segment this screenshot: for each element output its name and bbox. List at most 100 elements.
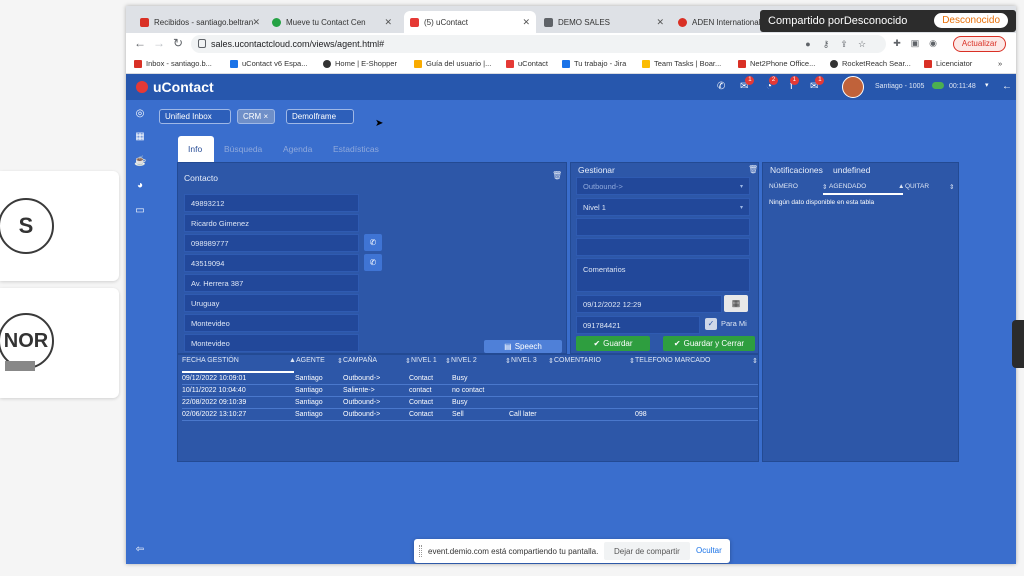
contact-country-field[interactable]: Uruguay <box>184 294 359 312</box>
trash-icon[interactable]: 🗑 <box>552 171 562 180</box>
stop-sharing-button[interactable]: Dejar de compartir <box>604 542 690 560</box>
callback-phone-field[interactable]: 091784421 <box>576 316 700 334</box>
facebook-icon[interactable]: f1 <box>789 76 799 92</box>
coffee-icon[interactable]: ☕ <box>134 156 146 168</box>
close-tab-icon[interactable]: ✕ <box>522 17 530 28</box>
mail-icon[interactable]: ✉ 1 <box>810 76 825 92</box>
save-and-close-button[interactable]: ✔ Guardar y Cerrar <box>663 336 755 351</box>
bookmark-item[interactable]: Net2Phone Office... <box>738 59 815 68</box>
col-agente[interactable]: AGENTE <box>296 357 325 364</box>
contact-phone-field[interactable]: 098989777 <box>184 234 359 252</box>
logo-icon <box>136 81 148 93</box>
bookmark-item[interactable]: uContact <box>506 59 548 68</box>
bookmark-item[interactable]: Tu trabajo - Jira <box>562 59 626 68</box>
tab-agenda[interactable]: Agenda <box>273 136 322 162</box>
back-icon[interactable]: ← <box>134 36 146 50</box>
col-comentario[interactable]: COMENTARIO <box>554 357 601 364</box>
chat-icon[interactable]: ✉ 1 <box>740 76 755 92</box>
level1-select[interactable]: Nivel 1 ▾ <box>576 198 750 216</box>
unified-inbox-pill[interactable]: Unified Inbox <box>159 109 231 124</box>
col-fecha-gestion[interactable]: FECHA GESTIÓN <box>182 357 239 364</box>
address-bar[interactable]: sales.ucontactcloud.com/views/agent.html… <box>191 35 886 53</box>
table-row[interactable]: 10/11/2022 10:04:40 Santiago Saliente-> … <box>182 386 758 397</box>
extensions-icon[interactable]: ✚ <box>892 38 902 48</box>
table-row[interactable]: 02/06/2022 13:10:27 Santiago Outbound-> … <box>182 410 758 421</box>
bookmark-item[interactable]: Inbox - santiago.b... <box>134 59 212 68</box>
star-icon[interactable]: ☆ <box>857 39 867 49</box>
disconnect-button[interactable]: Desconocido <box>934 13 1008 28</box>
browser-tab-contact-center[interactable]: Mueve tu Contact Cen ✕ <box>266 11 398 33</box>
browser-tab-ucontact[interactable]: (5) uContact ✕ <box>404 11 536 33</box>
collapse-arrow-icon[interactable]: ← <box>1002 81 1012 92</box>
hide-button[interactable]: Ocultar <box>696 546 722 555</box>
trash-icon[interactable]: 🗑 <box>748 165 758 174</box>
level3-select[interactable] <box>576 238 750 256</box>
forward-icon[interactable]: → <box>153 36 165 50</box>
bookmark-item[interactable]: uContact v6 Espa... <box>230 59 307 68</box>
campaign-select[interactable]: Outbound-> ▾ <box>576 177 750 195</box>
bookmark-item[interactable]: Team Tasks | Boar... <box>642 59 721 68</box>
contact-address-field[interactable]: Av. Herrera 387 <box>184 274 359 292</box>
calendar-icon[interactable]: ▦ <box>134 131 146 143</box>
bookmark-item[interactable]: Home | E-Shopper <box>323 59 397 68</box>
comments-textarea[interactable]: Comentarios <box>576 258 750 292</box>
monitor-icon[interactable]: ▭ <box>134 205 146 217</box>
level2-select[interactable] <box>576 218 750 236</box>
browser-tab-gmail[interactable]: Recibidos - santiago.beltran ✕ <box>134 11 266 33</box>
tab-estadisticas[interactable]: Estadísticas <box>323 136 389 162</box>
update-button[interactable]: Actualizar <box>952 36 1006 52</box>
more-bookmarks-icon[interactable]: » <box>998 59 1002 68</box>
col-nivel2[interactable]: NIVEL 2 <box>451 357 477 364</box>
demo-iframe-pill[interactable]: DemoIframe <box>286 109 354 124</box>
tab-info[interactable]: Info <box>178 136 214 162</box>
microphone-icon[interactable]: ● <box>803 39 813 49</box>
dropdown-caret-icon[interactable]: ▾ <box>985 81 989 89</box>
schedule-date-field[interactable]: 09/12/2022 12:29 <box>576 295 722 313</box>
call-phone-button[interactable]: ✆ <box>364 234 382 251</box>
bookmark-item[interactable]: Guía del usuario |... <box>414 59 491 68</box>
contact-name-field[interactable]: Ricardo Gimenez <box>184 214 359 232</box>
drag-handle-icon[interactable] <box>419 545 422 557</box>
sort-icon: ⇕ <box>822 184 828 191</box>
save-button[interactable]: ✔ Guardar <box>576 336 650 351</box>
bookmark-favicon-icon <box>830 59 838 68</box>
col-campana[interactable]: CAMPAÑA <box>343 357 377 364</box>
calendar-button[interactable]: ▦ <box>724 295 748 312</box>
gamepad-icon[interactable]: ◎ <box>134 108 146 120</box>
browser-tab-demo-sales[interactable]: DEMO SALES ✕ <box>538 11 670 33</box>
call-phone2-button[interactable]: ✆ <box>364 254 382 271</box>
bookmark-item[interactable]: RocketReach Sear... <box>830 59 911 68</box>
phone-icon[interactable]: ✆ <box>717 81 725 92</box>
whatsapp-icon[interactable]: ◔ 2 <box>766 76 779 92</box>
table-row[interactable]: 09/12/2022 10:09:01 Santiago Outbound-> … <box>182 374 758 385</box>
bookmark-item[interactable]: Licenciator <box>924 59 972 68</box>
col-quitar[interactable]: QUITAR <box>905 183 929 190</box>
contact-city-field[interactable]: Montevideo <box>184 314 359 332</box>
pie-chart-icon[interactable]: ◕ <box>134 180 146 192</box>
speech-button[interactable]: ▤ Speech <box>484 340 562 353</box>
share-icon[interactable]: ⇪ <box>839 39 849 49</box>
close-tab-icon[interactable]: ✕ <box>384 17 392 28</box>
side-handle[interactable] <box>1012 320 1024 368</box>
col-numero[interactable]: NÚMERO <box>769 183 798 190</box>
contact-id-field[interactable]: 49893212 <box>184 194 359 212</box>
agent-avatar[interactable] <box>842 76 864 98</box>
contact-phone2-field[interactable]: 43519094 <box>184 254 359 272</box>
table-row[interactable]: 22/08/2022 09:10:39 Santiago Outbound-> … <box>182 398 758 409</box>
para-mi-checkbox[interactable]: ✓ <box>705 318 717 330</box>
contact-department-field[interactable]: Montevideo <box>184 334 359 352</box>
col-telefono-marcado[interactable]: TELEFONO MARCADO <box>635 357 710 364</box>
key-icon[interactable]: ⚷ <box>821 39 831 49</box>
reload-icon[interactable]: ↻ <box>173 36 183 50</box>
col-agendado[interactable]: AGENDADO <box>829 183 866 190</box>
crm-pill[interactable]: CRM × <box>237 109 275 124</box>
browser-tab-aden[interactable]: ADEN International Bu <box>672 11 772 33</box>
side-panel-icon[interactable]: ▣ <box>910 38 920 48</box>
col-nivel3[interactable]: NIVEL 3 <box>511 357 537 364</box>
col-nivel1[interactable]: NIVEL 1 <box>411 357 437 364</box>
logout-icon[interactable]: ⇦ <box>134 544 146 556</box>
close-tab-icon[interactable]: ✕ <box>252 17 260 28</box>
tab-busqueda[interactable]: Búsqueda <box>214 136 272 162</box>
close-tab-icon[interactable]: ✕ <box>656 17 664 28</box>
profile-icon[interactable]: ◉ <box>928 38 938 48</box>
